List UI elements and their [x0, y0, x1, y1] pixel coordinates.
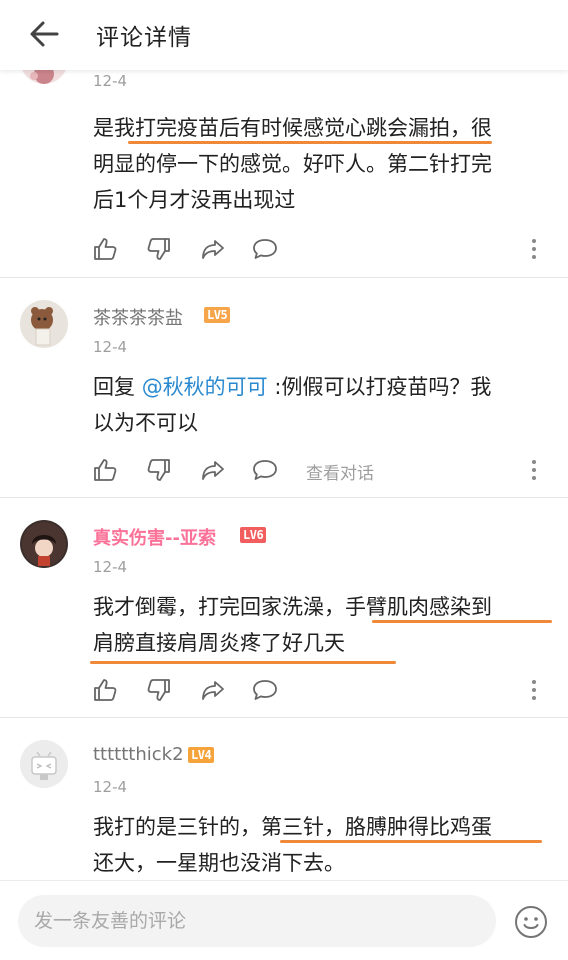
- page-title: 评论详情: [96, 25, 192, 51]
- comment-date: 12-4: [93, 558, 128, 576]
- dislike-icon: [147, 238, 170, 260]
- like-icon: [94, 238, 117, 260]
- share-button[interactable]: [196, 675, 230, 705]
- like-icon: [94, 459, 117, 481]
- dislike-button[interactable]: [142, 455, 176, 485]
- username[interactable]: 真实伤害--亚索: [93, 524, 216, 550]
- share-icon: [202, 681, 224, 700]
- comment-date: 12-4: [93, 338, 128, 356]
- highlight-underline: [280, 840, 542, 843]
- comment-date: 12-4: [93, 72, 128, 90]
- avatar[interactable]: [20, 300, 68, 348]
- divider: [0, 277, 568, 278]
- more-icon: [532, 680, 536, 684]
- more-button[interactable]: [522, 455, 546, 485]
- emoji-button[interactable]: [514, 905, 548, 939]
- like-button[interactable]: [88, 675, 122, 705]
- dislike-button[interactable]: [142, 675, 176, 705]
- view-conversation-link[interactable]: 查看对话: [306, 459, 374, 484]
- comment-text: 回复 @秋秋的可可 :例假可以打疫苗吗？我 以为不可以: [93, 375, 492, 435]
- comment-date: 12-4: [93, 778, 128, 796]
- more-icon: [532, 239, 536, 243]
- comment-input-bar: [0, 880, 568, 960]
- username[interactable]: tttttthick2: [93, 744, 184, 765]
- reply-icon: [253, 460, 277, 480]
- divider: [0, 497, 568, 498]
- reply-icon: [253, 680, 277, 700]
- level-badge: LV6: [240, 527, 267, 543]
- share-icon: [202, 240, 224, 259]
- share-button[interactable]: [196, 234, 230, 264]
- more-button[interactable]: [522, 234, 546, 264]
- level-badge: LV5: [204, 307, 231, 323]
- share-icon: [202, 461, 224, 480]
- back-button[interactable]: [24, 16, 64, 52]
- divider: [0, 717, 568, 718]
- like-button[interactable]: [88, 234, 122, 264]
- back-arrow-icon: [30, 21, 59, 47]
- reply-button[interactable]: [248, 234, 282, 264]
- avatar[interactable]: [20, 740, 68, 788]
- comment-input[interactable]: [18, 895, 496, 947]
- comment-text: 我打的是三针的，第三针，胳膊肿得比鸡蛋 还大，一星期也没消下去。: [93, 815, 492, 875]
- highlight-underline: [90, 661, 396, 664]
- dislike-icon: [147, 459, 170, 481]
- top-bar: 评论详情: [0, 0, 568, 70]
- dislike-icon: [147, 679, 170, 701]
- dislike-button[interactable]: [142, 234, 176, 264]
- comment-text: 是我打完疫苗后有时候感觉心跳会漏拍，很 明显的停一下的感觉。好吓人。第二针打完 …: [93, 116, 492, 212]
- like-icon: [94, 679, 117, 701]
- avatar[interactable]: [20, 520, 68, 568]
- level-badge: LV4: [188, 747, 215, 763]
- reply-button[interactable]: [248, 455, 282, 485]
- more-button[interactable]: [522, 675, 546, 705]
- share-button[interactable]: [196, 455, 230, 485]
- highlight-underline: [372, 620, 552, 623]
- highlight-underline: [128, 141, 492, 144]
- like-button[interactable]: [88, 455, 122, 485]
- mention-link[interactable]: @秋秋的可可: [142, 375, 268, 399]
- reply-button[interactable]: [248, 675, 282, 705]
- more-icon: [532, 460, 536, 464]
- emoji-icon: [515, 906, 547, 938]
- reply-icon: [253, 239, 277, 259]
- username[interactable]: 茶茶茶茶盐: [93, 304, 183, 330]
- comment-text: 我才倒霉，打完回家洗澡，手臂肌肉感染到 肩膀直接肩周炎疼了好几天: [93, 595, 492, 655]
